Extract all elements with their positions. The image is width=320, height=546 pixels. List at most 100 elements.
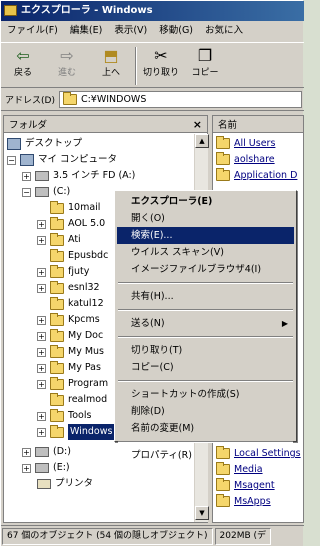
- menu-item-copy[interactable]: コピー(C): [117, 359, 294, 376]
- list-item[interactable]: All Users: [216, 136, 275, 151]
- expand-icon[interactable]: +: [37, 347, 46, 357]
- folder-open-icon: [50, 424, 64, 438]
- expand-icon[interactable]: +: [37, 219, 46, 229]
- up-button[interactable]: ⬒ 上へ: [89, 43, 133, 87]
- tree-label: デスクトップ: [25, 138, 83, 149]
- list-item[interactable]: MsApps: [216, 494, 271, 509]
- expand-icon[interactable]: +: [37, 283, 46, 293]
- expand-icon[interactable]: +: [37, 331, 46, 341]
- tree-item-folder[interactable]: realmod: [50, 392, 107, 408]
- menu-item-properties[interactable]: プロパティ(R): [117, 447, 294, 464]
- menu-item-search[interactable]: 検索(E)...: [117, 227, 294, 244]
- menu-item-cut[interactable]: 切り取り(T): [117, 342, 294, 359]
- tree-label: Ati: [68, 234, 81, 245]
- menu-item-image-browser[interactable]: イメージファイルブラウザ4(I): [117, 261, 294, 278]
- expand-icon[interactable]: +: [37, 363, 46, 373]
- folder-pane-title: フォルダ: [9, 120, 48, 131]
- folder-icon: [50, 360, 64, 374]
- tree-label: 3.5 インチ FD (A:): [53, 170, 136, 181]
- explorer-window: エクスプローラ - Windows ファイル(F) 編集(E) 表示(V) 移動…: [0, 0, 304, 546]
- tree-label: Program: [68, 378, 109, 389]
- submenu-arrow-icon: ▶: [281, 319, 288, 328]
- toolbar: ⇦ 戻る ⇨ 進む ⬒ 上へ ✂ 切り取り ❐ コピー: [1, 42, 304, 88]
- tree-item-folder[interactable]: + esnl32: [37, 280, 100, 296]
- tree-item-folder[interactable]: katul12: [50, 296, 104, 312]
- tree-item-folder[interactable]: + My Pas: [37, 360, 101, 376]
- list-item-label: MsApps: [234, 496, 271, 507]
- close-icon[interactable]: ×: [193, 118, 202, 131]
- expand-icon[interactable]: +: [37, 235, 46, 245]
- menu-item-explore[interactable]: エクスプローラ(E): [117, 193, 294, 210]
- tree-label: (E:): [53, 462, 70, 473]
- tree-label: katul12: [68, 298, 104, 309]
- menu-item-rename[interactable]: 名前の変更(M): [117, 420, 294, 437]
- expand-icon[interactable]: +: [37, 267, 46, 277]
- menu-item-send-to[interactable]: 送る(N) ▶: [117, 315, 294, 332]
- address-bar: アドレス(D) C:¥WINDOWS: [1, 89, 304, 111]
- menu-item-sharing[interactable]: 共有(H)...: [117, 288, 294, 305]
- list-item-label: All Users: [234, 138, 276, 149]
- menu-go[interactable]: 移動(G): [153, 21, 199, 41]
- menu-item-open[interactable]: 開く(O): [117, 210, 294, 227]
- desktop-icon: [7, 138, 21, 150]
- computer-icon: [20, 154, 34, 166]
- expand-icon[interactable]: +: [22, 463, 31, 473]
- tree-item-drive-c[interactable]: − (C:): [22, 184, 70, 200]
- copy-button[interactable]: ❐ コピー: [183, 43, 227, 87]
- menu-item-delete[interactable]: 削除(D): [117, 403, 294, 420]
- tree-item-folder[interactable]: + AOL 5.0: [37, 216, 105, 232]
- expand-icon[interactable]: +: [22, 447, 31, 457]
- tree-label: 10mail: [68, 202, 101, 213]
- menu-favorites[interactable]: お気に入: [199, 21, 249, 41]
- expand-icon[interactable]: +: [22, 171, 31, 181]
- window-title: エクスプローラ - Windows: [21, 5, 153, 16]
- tree-item-desktop[interactable]: デスクトップ: [7, 136, 82, 152]
- list-item[interactable]: Msagent: [216, 478, 275, 493]
- expand-icon[interactable]: +: [37, 315, 46, 325]
- tree-item-folder[interactable]: + Program: [37, 376, 108, 392]
- tree-item-folder[interactable]: 10mail: [50, 200, 100, 216]
- list-item[interactable]: Media: [216, 462, 263, 477]
- menu-item-virus-scan[interactable]: ウイルス スキャン(V): [117, 244, 294, 261]
- collapse-icon[interactable]: −: [7, 155, 16, 165]
- scroll-up-icon[interactable]: ▲: [195, 134, 209, 148]
- tree-item-folder[interactable]: + Tools: [37, 408, 91, 424]
- tree-item-folder[interactable]: + My Mus: [37, 344, 104, 360]
- cut-button[interactable]: ✂ 切り取り: [139, 43, 183, 87]
- collapse-icon[interactable]: −: [22, 187, 31, 197]
- tree-item-folder[interactable]: + Ati: [37, 232, 81, 248]
- forward-label: 進む: [57, 68, 76, 78]
- forward-button[interactable]: ⇨ 進む: [45, 43, 89, 87]
- folder-icon: [50, 232, 64, 246]
- list-item[interactable]: aolshare: [216, 152, 275, 167]
- expand-icon[interactable]: +: [37, 379, 46, 389]
- menu-file[interactable]: ファイル(F): [1, 21, 64, 41]
- list-item[interactable]: Application D: [216, 168, 297, 183]
- back-button[interactable]: ⇦ 戻る: [1, 43, 45, 87]
- tree-item-floppy[interactable]: +3.5 インチ FD (A:): [22, 168, 135, 184]
- address-input[interactable]: C:¥WINDOWS: [58, 91, 302, 108]
- tree-item-my-computer[interactable]: − マイ コンピュータ: [7, 152, 117, 168]
- folder-icon: [50, 264, 64, 278]
- expand-icon[interactable]: +: [37, 427, 46, 437]
- tree-item-folder[interactable]: + Kpcms: [37, 312, 100, 328]
- tree-item-folder[interactable]: + fjuty: [37, 264, 89, 280]
- folder-icon: [50, 248, 64, 262]
- tree-item-folder[interactable]: + My Doc: [37, 328, 103, 344]
- tree-item-windows[interactable]: + Windows: [37, 424, 115, 440]
- tree-item-drive-d[interactable]: + (D:): [22, 444, 71, 460]
- folder-icon: [216, 152, 230, 165]
- tree-item-drive-e[interactable]: + (E:): [22, 460, 70, 476]
- menu-item-create-shortcut[interactable]: ショートカットの作成(S): [117, 386, 294, 403]
- menu-edit[interactable]: 編集(E): [64, 21, 108, 41]
- list-item-label: Application D: [234, 170, 298, 181]
- name-column-header[interactable]: 名前: [213, 116, 303, 133]
- tree-label: My Doc: [68, 330, 104, 341]
- menu-view[interactable]: 表示(V): [108, 21, 153, 41]
- tree-item-folder[interactable]: Epusbdc: [50, 248, 108, 264]
- tree-label: My Mus: [68, 346, 105, 357]
- tree-item-printers[interactable]: プリンタ: [37, 476, 93, 492]
- expand-icon[interactable]: +: [37, 411, 46, 421]
- scroll-down-icon[interactable]: ▼: [195, 506, 209, 520]
- printer-icon: [37, 479, 51, 489]
